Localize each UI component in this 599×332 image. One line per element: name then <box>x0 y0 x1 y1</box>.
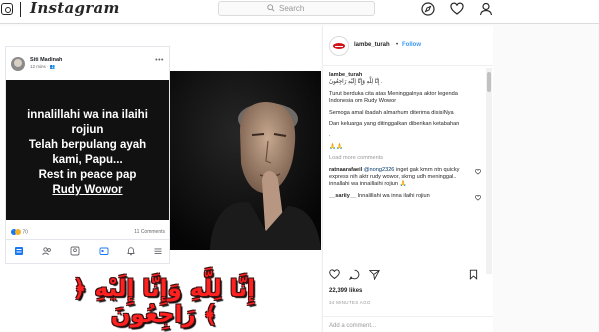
post-sidebar: lambe_turah • Follow lambe_turah إِنَّا … <box>322 26 494 332</box>
instagram-camera-icon[interactable] <box>1 3 13 15</box>
fb-status-text-block: innalillahi wa ina ilaihi rojiun Telah b… <box>6 80 169 220</box>
arabic-condolence-text: ﴿ إِنَّا لِلَّهِ وَإِنَّا إِلَيْهِ رَاجِ… <box>73 276 255 328</box>
caption-emoji: 🙏🙏 <box>329 143 343 150</box>
caption-paragraph: Semoga amal ibadah almarhum diterima dis… <box>329 109 454 116</box>
caption-paragraph: Turut berduka cita atas Meninggalnya akt… <box>329 90 458 105</box>
instagram-wordmark[interactable]: Instagram <box>30 0 120 17</box>
follow-button[interactable]: Follow <box>402 42 421 48</box>
heart-icon[interactable] <box>450 2 464 16</box>
groups-icon <box>99 247 109 255</box>
top-navigation-bar: Instagram Search <box>0 0 599 24</box>
avatar[interactable] <box>329 36 349 56</box>
comment-mention[interactable]: @nong2326 <box>364 167 395 173</box>
lips-logo-icon <box>333 43 345 49</box>
fb-bottom-tabs <box>6 239 169 263</box>
scrollbar-thumb[interactable] <box>487 72 491 92</box>
reaction-summary: 70 <box>11 229 28 235</box>
person-icon[interactable] <box>479 2 493 16</box>
actor-portrait-photo <box>170 71 321 250</box>
logo-divider <box>20 2 21 17</box>
profile-icon <box>70 246 80 256</box>
like-icon[interactable] <box>329 269 340 280</box>
caption-arabic: إِنَّا لِلَّهِ وَإِنَّا إِلَيْهِ رَاجِعُ… <box>329 79 383 86</box>
avatar <box>11 57 25 71</box>
page-margin <box>493 26 599 332</box>
caption-author[interactable]: lambe_turah <box>329 72 362 78</box>
add-comment-input[interactable]: Add a comment... <box>323 316 494 332</box>
comment-icon[interactable] <box>349 269 360 280</box>
caption-paragraph: Dan keluarga yang ditinggalkan diberikan… <box>329 121 460 128</box>
compass-icon[interactable] <box>421 2 435 16</box>
post-author-handle[interactable]: lambe_turah <box>354 42 390 48</box>
more-options-icon: ••• <box>155 57 164 64</box>
fb-poster-name: Siti Madinah <box>30 57 63 63</box>
comments-scrollbar[interactable] <box>486 68 492 274</box>
post-header: lambe_turah • Follow <box>323 26 494 66</box>
comment-count: 11 Comments <box>134 229 165 235</box>
status-line: Telah berpulang ayah <box>28 139 147 151</box>
friends-icon <box>42 247 51 256</box>
search-icon <box>267 4 275 12</box>
status-line: kami, Papu... <box>52 154 123 166</box>
comment-author[interactable]: ratnaarafaeil <box>329 167 362 173</box>
caption-and-comments: lambe_turah إِنَّا لِلَّهِ وَإِنَّا إِلَ… <box>329 72 481 240</box>
post-timestamp: 34 MINUTES AGO <box>329 300 371 305</box>
status-line-tagged-name: Rudy Wowor <box>52 184 123 196</box>
share-icon[interactable] <box>369 269 380 280</box>
like-count[interactable]: 22,399 likes <box>329 288 362 294</box>
comment-item: __sariiy__ Innalillahi wa inna ilaihi ro… <box>329 192 481 201</box>
reaction-count: 70 <box>22 229 28 236</box>
menu-icon <box>154 248 162 254</box>
comment-item: ratnaarafaeil @nong2326 inget gak kmrn n… <box>329 167 481 189</box>
search-placeholder: Search <box>279 4 305 13</box>
facebook-post-screenshot: Siti Madinah 12 mins · 👥 ••• innalillahi… <box>5 46 170 264</box>
bookmark-icon[interactable] <box>468 269 479 280</box>
status-line: innalillahi wa ina ilaihi <box>27 109 148 121</box>
separator-dot: • <box>396 42 399 48</box>
comment-text: Innalillahi wa inna ilaihi rojiun <box>357 192 430 199</box>
status-line: Rest in peace pap <box>38 169 137 181</box>
caption-paragraph: . <box>329 132 331 139</box>
sad-reaction-icon <box>15 229 21 235</box>
status-line: rojiun <box>71 124 104 136</box>
fb-post-time: 12 mins · 👥 <box>30 64 56 69</box>
news-feed-icon <box>15 247 23 255</box>
comment-like-icon[interactable] <box>475 195 481 201</box>
post-image[interactable]: Siti Madinah 12 mins · 👥 ••• innalillahi… <box>0 26 321 332</box>
post-actions <box>329 269 479 283</box>
load-more-comments-link[interactable]: Load more comments <box>329 155 481 162</box>
comment-author[interactable]: __sariiy__ <box>329 193 356 199</box>
notifications-icon <box>127 247 135 256</box>
search-input[interactable]: Search <box>218 1 375 16</box>
comment-like-icon[interactable] <box>475 168 481 175</box>
